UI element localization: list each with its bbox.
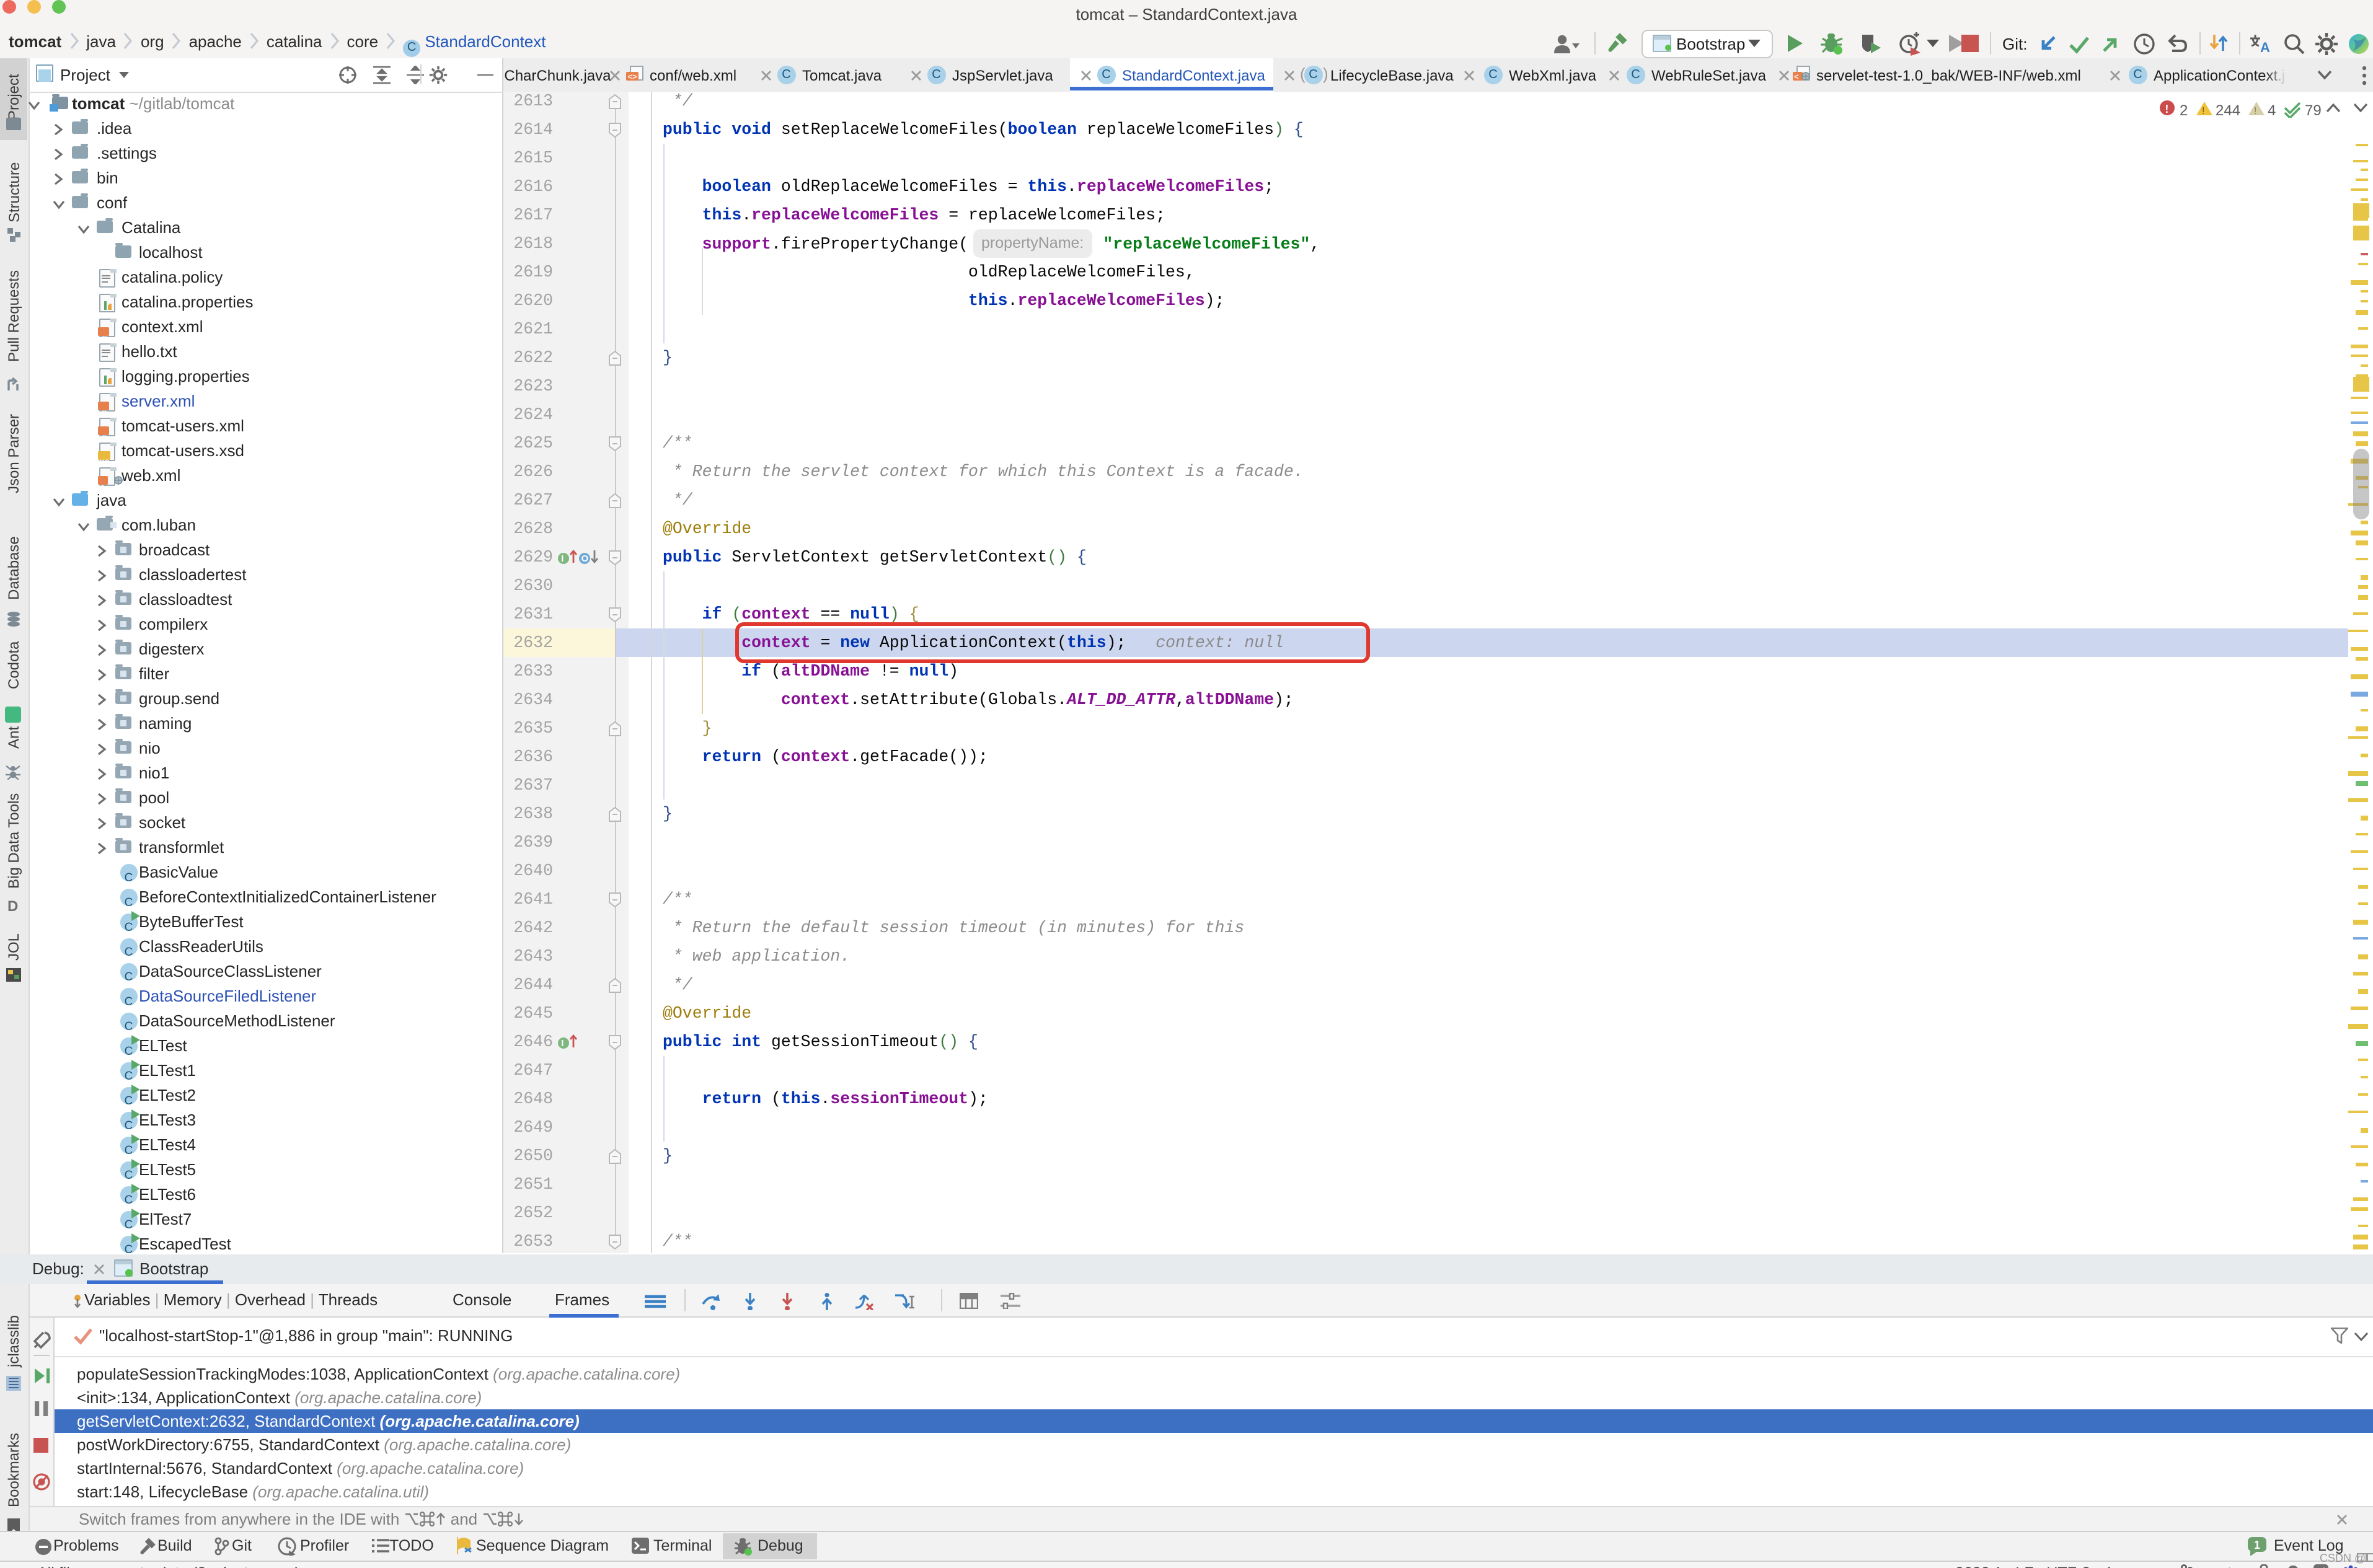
svg-text:A: A <box>2260 40 2270 55</box>
svg-text:!: ! <box>2202 105 2204 116</box>
svg-text:1: 1 <box>2254 1538 2260 1551</box>
svg-text:!: ! <box>2254 105 2256 116</box>
